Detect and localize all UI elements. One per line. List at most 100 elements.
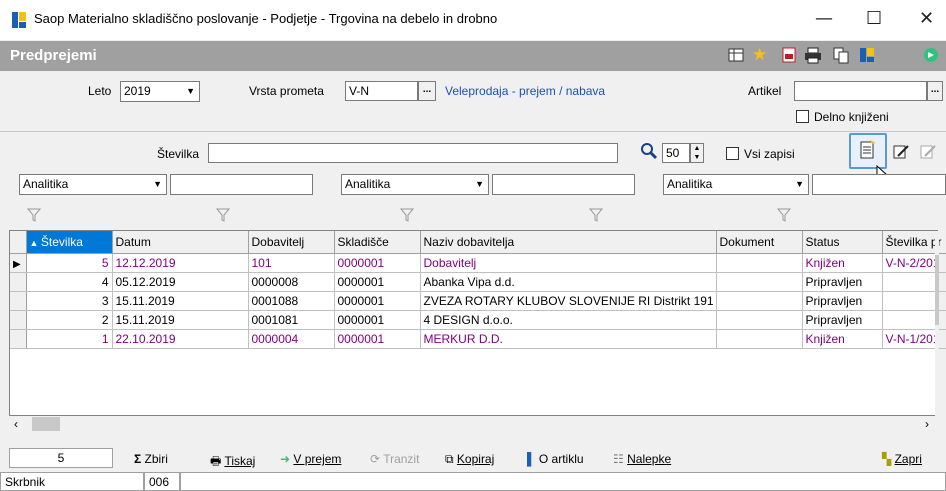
col-header-datum[interactable]: Datum [112,231,249,254]
cell-status: Pripravljen [802,272,883,292]
pdf-icon[interactable] [780,46,798,64]
nalepke-button[interactable]: ☷ Nalepke [613,452,671,468]
row-indicator[interactable] [10,329,27,349]
zbiri-button[interactable]: Σ Zbiri [134,452,168,468]
vrsta-prometa-input[interactable]: V-N [345,81,418,101]
empty-row [10,348,946,367]
analitika-input-3[interactable] [812,174,946,195]
chevron-down-icon: ▼ [795,179,804,189]
analitika-input-2[interactable] [492,174,635,195]
table-row[interactable]: ▶ 5 12.12.2019 101 0000001 Dobavitelj Knjižen V… [10,253,946,273]
o-artiklu-button[interactable]: ▌ O artiklu [527,452,584,468]
vrsta-prometa-lookup-button[interactable]: ... [418,81,436,101]
horizontal-scrollbar[interactable]: ‹ › [10,416,938,433]
col-header-status[interactable]: Status [802,231,883,254]
cell-datum: 12.12.2019 [112,253,249,273]
row-indicator[interactable]: ▶ [10,253,27,273]
cell-dokument [716,291,803,311]
tiskaj-button[interactable]: 🖶 Tiskaj [210,452,255,468]
cell-skladisce: 0000001 [334,310,421,330]
print-icon[interactable] [804,46,822,64]
cell-stevilka: 4 [26,272,113,292]
delete-icon[interactable] [920,144,936,160]
cell-naziv: MERKUR D.D. [420,329,717,349]
delno-knjizeni-checkbox[interactable] [796,110,809,123]
zapri-label: Zapri [894,452,922,466]
filter-icon[interactable] [588,208,604,222]
col-header-skladisce[interactable]: Skladišče [334,231,421,254]
section-title: Predprejemi [10,47,97,64]
cell-status: Pripravljen [802,291,883,311]
minimize-button[interactable]: — [815,8,833,29]
record-count-stepper[interactable]: 50 [662,143,690,163]
cell-dokument [716,310,803,330]
star-icon[interactable]: ★ [752,46,770,64]
zapri-button[interactable]: ▚ Zapri [882,452,922,468]
analitika-dropdown-2[interactable]: Analitika ▼ [341,174,489,195]
table-row[interactable]: 3 15.11.2019 0001088 0000001 ZVEZA ROTARY KL… [10,291,946,311]
filter-icon[interactable] [215,208,231,222]
maximize-button[interactable]: ☐ [866,8,882,29]
kopiraj-button[interactable]: ⧉ Kopiraj [445,452,494,468]
divider [0,131,946,132]
cell-datum: 15.11.2019 [112,291,249,311]
cell-datum: 15.11.2019 [112,310,249,330]
filter-icon[interactable] [26,208,42,222]
cell-naziv: Dobavitelj [420,253,717,273]
sigma-icon: Σ [134,452,142,466]
col-header-dokument[interactable]: Dokument [716,231,803,254]
transfer-icon: ➜ [280,452,291,466]
cell-dobavitelj: 0000008 [248,272,335,292]
nalepke-label: Nalepke [627,452,672,466]
article-icon[interactable] [858,46,876,64]
kopiraj-label: Kopiraj [456,452,495,466]
copy-icon[interactable] [832,46,850,64]
row-indicator[interactable] [10,272,27,292]
analitika-dropdown-3[interactable]: Analitika ▼ [663,174,809,195]
row-indicator-header [10,231,27,254]
scroll-right-icon[interactable]: › [925,417,929,431]
analitika-value: Analitika [23,177,69,191]
row-indicator[interactable] [10,310,27,330]
exit-icon[interactable] [922,46,940,64]
stepper-arrows[interactable]: ▲ ▼ [690,143,704,163]
cell-status: Pripravljen [802,310,883,330]
edit-icon[interactable] [893,144,909,160]
leto-dropdown[interactable]: 2019 ▼ [120,81,200,102]
new-document-button[interactable] [849,133,887,169]
col-header-dobavitelj[interactable]: Dobavitelj [248,231,335,254]
cell-skladisce: 0000001 [334,329,421,349]
artikel-input[interactable] [794,81,927,101]
row-indicator[interactable] [10,291,27,311]
col-header-naziv-dobavitelja[interactable]: Naziv dobavitelja [420,231,717,254]
table-row[interactable]: 2 15.11.2019 0001081 0000001 4 DESIGN d.o.o.… [10,310,946,330]
empty-row [10,367,946,386]
filter-icon[interactable] [776,208,792,222]
scroll-left-icon[interactable]: ‹ [14,417,18,431]
print-icon: 🖶 [210,454,222,468]
analitika-input-1[interactable] [170,174,313,195]
title-bar: Saop Materialno skladiščno poslovanje - … [0,0,946,40]
v-prejem-button[interactable]: ➜ V prejem [280,452,341,468]
stevilka-input[interactable] [208,143,618,163]
search-icon[interactable] [640,142,658,160]
table-row[interactable]: 4 05.12.2019 0000008 0000001 Abanka Vipa d.d… [10,272,946,292]
analitika-dropdown-1[interactable]: Analitika ▼ [19,174,167,195]
cell-dobavitelj: 0001081 [248,310,335,330]
exit-icon: ▚ [882,452,892,466]
cell-status: Knjižen [802,329,883,349]
tranzit-button[interactable]: ⟳ Tranzit [370,452,419,468]
vertical-scroll-thumb[interactable] [935,255,939,325]
table-row[interactable]: 1 22.10.2019 0000004 0000001 MERKUR D.D. Knji… [10,329,946,349]
filter-icon[interactable] [399,208,415,222]
close-button[interactable]: ✕ [919,8,934,29]
horizontal-scroll-thumb[interactable] [32,417,60,431]
artikel-lookup-button[interactable]: ... [927,81,943,101]
cell-dokument [716,329,803,349]
tiskaj-label: Tiskaj [224,454,256,468]
cell-dokument [716,253,803,273]
article-icon: ▌ [527,452,536,466]
vsi-zapisi-checkbox[interactable] [726,147,739,160]
col-header-stevilka[interactable]: ▲ Številka [26,231,113,254]
table-icon[interactable] [727,46,745,64]
